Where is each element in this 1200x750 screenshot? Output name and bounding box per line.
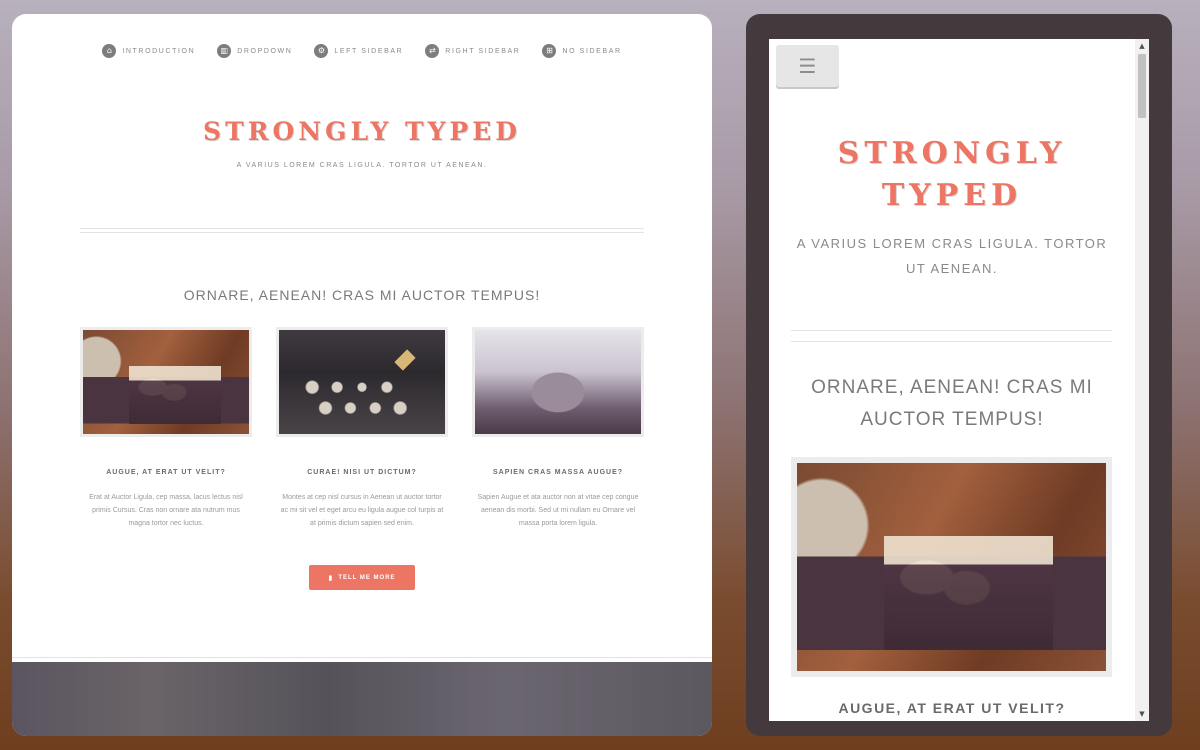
card-title[interactable]: CURAE! NISI UT DICTUM? [276,469,448,476]
divider [80,232,644,233]
sitemap-icon: ⊞ [542,44,557,58]
nav-item-no-sidebar[interactable]: ⊞ NO SIDEBAR [542,44,621,58]
feature-card: CURAE! NISI UT DICTUM? Montes at cep nis… [276,327,448,530]
button-label: TELL ME MORE [338,574,396,581]
mobile-screen: ☰ STRONGLY TYPED A VARIUS LOREM CRAS LIG… [769,39,1149,721]
card-image-cup[interactable] [472,327,644,437]
site-tagline: A VARIUS LOREM CRAS LIGULA. TORTOR UT AE… [796,236,1108,276]
feature-card: AUGUE, AT ERAT UT VELIT? Erat at Auctor … [80,327,252,530]
tell-me-more-button[interactable]: ▮ TELL ME MORE [309,565,415,590]
footer-banner-image [12,662,712,736]
card-title[interactable]: SAPIEN CRAS MASSA AUGUE? [472,469,644,476]
card-image-typewriter[interactable] [276,327,448,437]
card-title[interactable]: AUGUE, AT ERAT UT VELIT? [769,700,1135,716]
card-image-macarons[interactable] [791,457,1112,677]
desktop-preview: ⌂ INTRODUCTION ▥ DROPDOWN ⚙ LEFT SIDEBAR… [12,14,712,736]
mobile-device-frame: ☰ STRONGLY TYPED A VARIUS LOREM CRAS LIG… [746,14,1172,736]
nav-item-introduction[interactable]: ⌂ INTRODUCTION [102,44,195,58]
retweet-icon: ⇄ [425,44,440,58]
nav-label: RIGHT SIDEBAR [445,47,521,55]
nav-label: INTRODUCTION [122,47,196,55]
divider [791,341,1112,342]
nav-item-right-sidebar[interactable]: ⇄ RIGHT SIDEBAR [425,44,520,58]
hamburger-icon: ☰ [798,54,817,78]
bar-chart-icon: ▥ [217,44,232,58]
divider [12,657,712,658]
nav-label: LEFT SIDEBAR [334,47,404,55]
card-image-macarons[interactable] [80,327,252,437]
feature-card: SAPIEN CRAS MASSA AUGUE? Sapien Augue et… [472,327,644,530]
scroll-thumb[interactable] [1138,54,1146,118]
main-nav: ⌂ INTRODUCTION ▥ DROPDOWN ⚙ LEFT SIDEBAR… [12,44,712,58]
nav-item-dropdown[interactable]: ▥ DROPDOWN [217,44,292,58]
card-text: Sapien Augue et ata auctor non at vitae … [477,494,639,527]
menu-toggle-button[interactable]: ☰ [776,45,839,87]
gear-icon: ⚙ [314,44,329,58]
nav-item-left-sidebar[interactable]: ⚙ LEFT SIDEBAR [314,44,403,58]
divider [80,228,644,229]
site-tagline: A VARIUS LOREM CRAS LIGULA. TORTOR UT AE… [236,162,488,169]
nav-label: DROPDOWN [237,47,293,55]
section-title: ORNARE, AENEAN! CRAS MI AUCTOR TEMPUS! [183,287,541,303]
document-icon: ▮ [328,573,334,582]
nav-label: NO SIDEBAR [562,47,622,55]
section-title: ORNARE, AENEAN! CRAS MI AUCTOR TEMPUS! [811,377,1093,430]
scroll-up-icon[interactable]: ▲ [1135,39,1149,53]
divider [791,330,1112,331]
logo-line: STRONGLY [837,136,1067,171]
logo-line: TYPED [881,178,1023,213]
card-text: Montes at cep nisl cursus in Aenean ut a… [280,494,444,527]
site-logo[interactable]: STRONGLY TYPED [769,133,1135,217]
scroll-down-icon[interactable]: ▼ [1135,707,1149,721]
card-title[interactable]: AUGUE, AT ERAT UT VELIT? [80,469,252,476]
vertical-scrollbar[interactable]: ▲ ▼ [1135,39,1149,721]
home-icon: ⌂ [102,44,117,58]
card-text: Erat at Auctor Ligula, cep massa, lacus … [89,494,243,527]
site-logo[interactable]: STRONGLY TYPED [12,117,712,146]
